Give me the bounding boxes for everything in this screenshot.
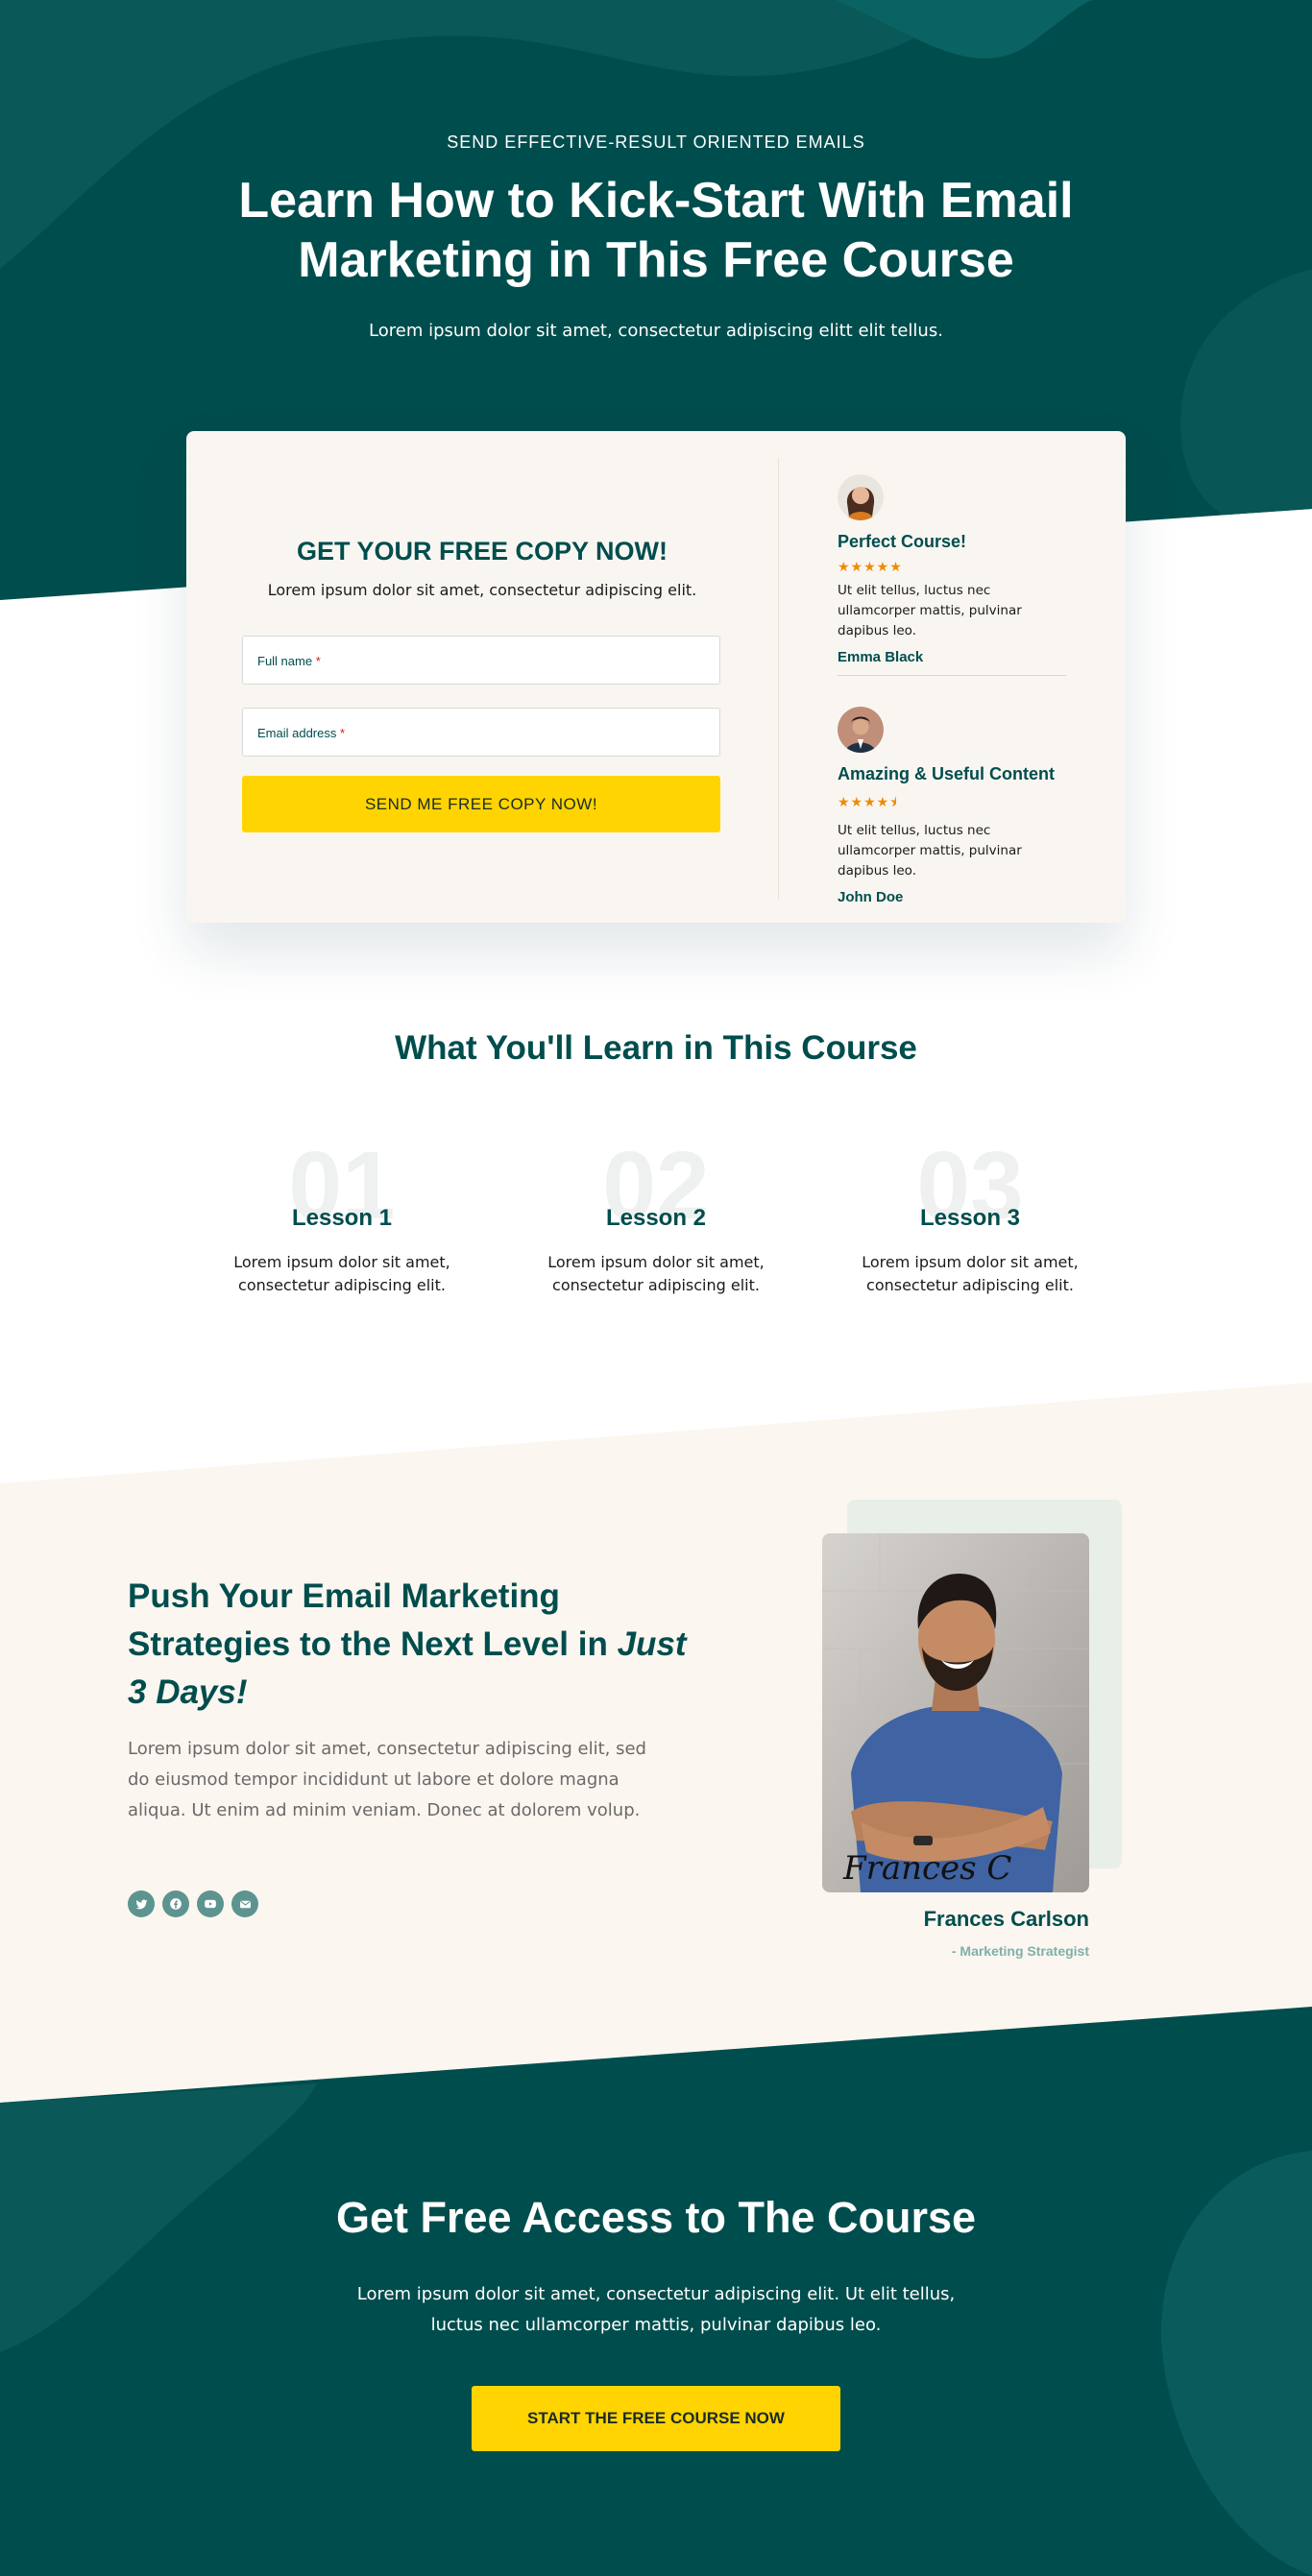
twitter-icon[interactable] bbox=[128, 1890, 155, 1917]
star-rating: ★★★★⯨ bbox=[838, 795, 898, 810]
full-name-field[interactable]: Full name * bbox=[242, 636, 720, 685]
cta-title: Get Free Access to The Course bbox=[335, 2193, 977, 2242]
review-text: Ut elit tellus, luctus nec ullamcorper m… bbox=[838, 823, 1022, 879]
instructor-photo: Frances C bbox=[822, 1533, 1089, 1892]
cta-text: Lorem ipsum dolor sit amet, consectetur … bbox=[356, 2284, 956, 2335]
lesson-description: Lorem ipsum dolor sit amet, consectetur … bbox=[233, 1253, 450, 1294]
lesson-title: Lesson 3 bbox=[919, 1205, 1021, 1231]
optin-description: Lorem ipsum dolor sit amet, consectetur … bbox=[267, 581, 697, 599]
lesson-title: Lesson 2 bbox=[605, 1205, 707, 1231]
optin-title: GET YOUR FREE COPY NOW! bbox=[296, 537, 668, 566]
avatar-emma bbox=[838, 474, 884, 520]
lesson-card: 01 Lesson 1 Lorem ipsum dolor sit amet, … bbox=[227, 1138, 457, 1311]
lesson-card: 02 Lesson 2 Lorem ipsum dolor sit amet, … bbox=[541, 1138, 771, 1311]
lesson-title: Lesson 1 bbox=[291, 1205, 393, 1231]
push-title: Push Your Email Marketing Strategies to … bbox=[128, 1577, 687, 1711]
push-body: Lorem ipsum dolor sit amet, consectetur … bbox=[128, 1739, 646, 1820]
lesson-card: 03 Lesson 3 Lorem ipsum dolor sit amet, … bbox=[855, 1138, 1085, 1311]
lesson-description: Lorem ipsum dolor sit amet, consectetur … bbox=[862, 1253, 1079, 1294]
review-title: Perfect Course! bbox=[838, 532, 967, 551]
instructor-name: Frances Carlson bbox=[923, 1907, 1089, 1931]
lesson-description: Lorem ipsum dolor sit amet, consectetur … bbox=[547, 1253, 765, 1294]
star-rating: ★★★★★ bbox=[838, 560, 903, 575]
full-name-input[interactable] bbox=[243, 637, 719, 684]
optin-card: GET YOUR FREE COPY NOW! Lorem ipsum dolo… bbox=[186, 431, 1126, 923]
hero-eyebrow: SEND EFFECTIVE-RESULT ORIENTED EMAILS bbox=[447, 132, 865, 152]
youtube-icon[interactable] bbox=[197, 1890, 224, 1917]
avatar-john bbox=[838, 707, 884, 753]
email-input[interactable] bbox=[243, 709, 719, 756]
review-text: Ut elit tellus, luctus nec ullamcorper m… bbox=[838, 583, 1022, 638]
learn-section-title: What You'll Learn in This Course bbox=[395, 1029, 917, 1067]
instructor-role: - Marketing Strategist bbox=[951, 1943, 1089, 1959]
envelope-icon[interactable] bbox=[231, 1890, 258, 1917]
facebook-icon[interactable] bbox=[162, 1890, 189, 1917]
hero-title: Learn How to Kick-Start With Email Marke… bbox=[238, 173, 1074, 288]
email-field[interactable]: Email address * bbox=[242, 708, 720, 757]
start-course-button[interactable]: START THE FREE COURSE NOW bbox=[472, 2386, 840, 2451]
social-links bbox=[128, 1890, 258, 1917]
review-title: Amazing & Useful Content bbox=[838, 764, 1056, 783]
review-card: Amazing & Useful Content ★★★★⯨ Ut elit t… bbox=[838, 707, 1068, 905]
review-separator bbox=[838, 675, 1066, 676]
hero-subtitle: Lorem ipsum dolor sit amet, consectetur … bbox=[369, 321, 943, 341]
signature: Frances C bbox=[842, 1849, 1011, 1888]
card-divider bbox=[778, 458, 779, 900]
review-card: Perfect Course! ★★★★★ Ut elit tellus, lu… bbox=[838, 474, 1068, 665]
review-author: John Doe bbox=[838, 889, 904, 905]
review-author: Emma Black bbox=[838, 649, 924, 665]
send-free-copy-button[interactable]: SEND ME FREE COPY NOW! bbox=[242, 776, 720, 832]
